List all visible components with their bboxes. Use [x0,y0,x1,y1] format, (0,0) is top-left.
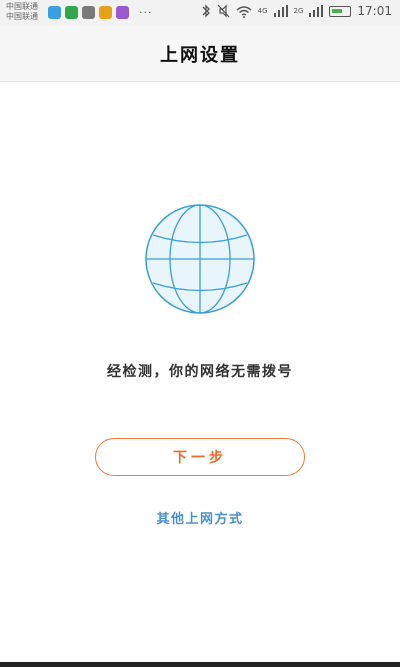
page-title: 上网设置 [160,44,240,66]
mute-icon [217,4,230,18]
network-type-badge-1: 4G [257,7,268,15]
notification-app-icon-3 [82,6,95,19]
title-bar: 上网设置 [0,26,400,82]
carrier-line-2: 中国联通 [6,12,38,21]
notification-icons: ··· [48,6,153,19]
network-type-badge-2: 2G [293,7,304,15]
globe-icon [143,202,257,316]
signal-icon [273,5,288,17]
carrier-line-1: 中国联通 [6,2,38,11]
clock: 17:01 [357,4,392,18]
signal-icon-2 [309,5,324,17]
wifi-icon [236,5,252,18]
bluetooth-icon [201,4,211,18]
notification-app-icon-4 [99,6,112,19]
next-step-button[interactable]: 下一步 [95,438,305,476]
other-connection-methods-link[interactable]: 其他上网方式 [0,508,400,527]
system-icons: 4G 2G 17:01 [201,4,392,18]
detection-message: 经检测，你的网络无需拨号 [107,364,293,380]
bottom-edge [0,662,400,667]
status-bar: 中国联通 中国联通 ··· 4G 2G 17:01 [0,0,400,26]
notification-app-icon-2 [65,6,78,19]
more-notifications: ··· [139,6,153,19]
notification-app-icon-5 [116,6,129,19]
notification-app-icon-1 [48,6,61,19]
carrier-info: 中国联通 中国联通 [6,2,38,22]
battery-icon [329,5,352,17]
